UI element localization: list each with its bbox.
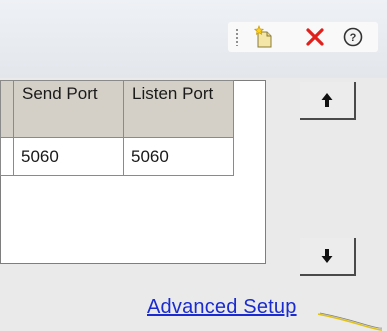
- pointer-trail-icon: [318, 312, 382, 331]
- toolbar-grip[interactable]: [236, 28, 238, 46]
- new-item-button[interactable]: [251, 24, 277, 50]
- table-cell-send-port[interactable]: 5060: [13, 137, 124, 176]
- help-button[interactable]: ?: [340, 24, 366, 50]
- table-cell-stub[interactable]: [0, 137, 14, 176]
- port-grid[interactable]: Send Port Listen Port 5060 5060: [0, 80, 266, 264]
- arrow-up-icon: [321, 93, 333, 107]
- svg-text:?: ?: [350, 32, 357, 44]
- table-header-row: Send Port Listen Port: [0, 80, 234, 138]
- move-down-button[interactable]: [300, 238, 356, 276]
- move-up-button[interactable]: [300, 82, 356, 120]
- table-cell-listen-port[interactable]: 5060: [123, 137, 234, 176]
- port-table: Send Port Listen Port 5060 5060: [0, 80, 234, 176]
- arrow-down-icon: [321, 249, 333, 263]
- advanced-setup-link[interactable]: Advanced Setup: [147, 296, 297, 319]
- column-header-send-port[interactable]: Send Port: [13, 80, 124, 138]
- table-row[interactable]: 5060 5060: [0, 137, 234, 176]
- new-item-icon: [253, 25, 272, 48]
- help-icon: ?: [343, 27, 363, 47]
- delete-icon: [306, 28, 324, 46]
- delete-button[interactable]: [302, 24, 328, 50]
- column-header-stub[interactable]: [0, 80, 14, 138]
- column-header-listen-port[interactable]: Listen Port: [123, 80, 234, 138]
